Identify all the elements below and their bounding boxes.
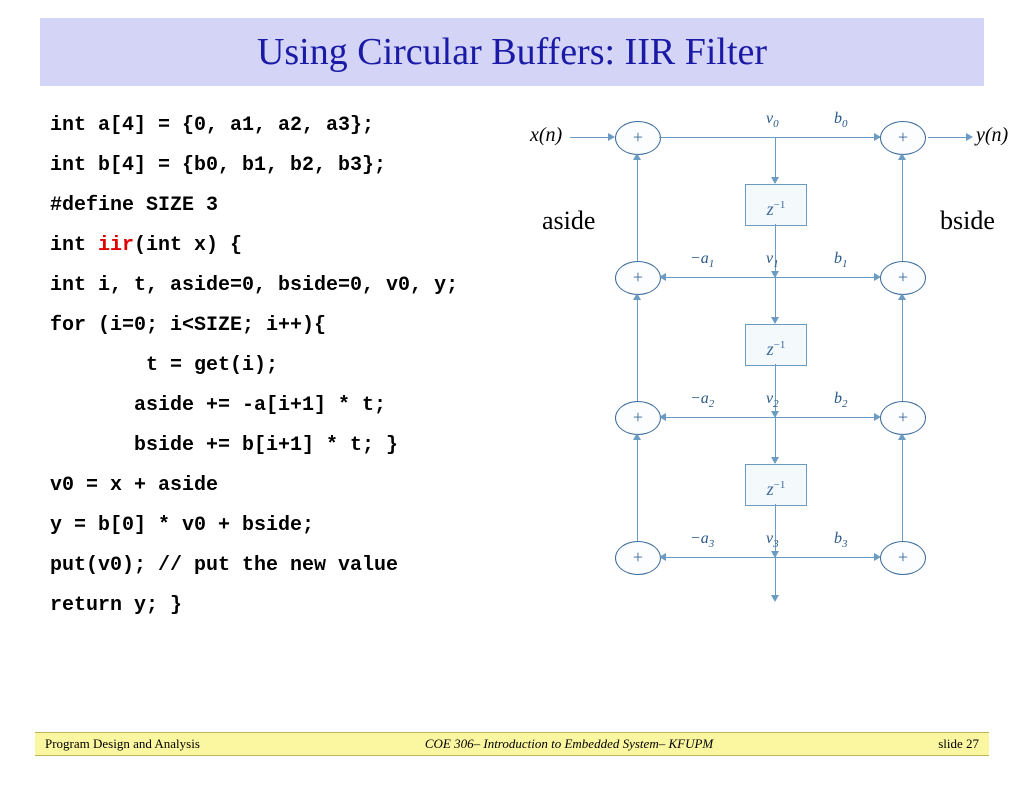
- arrow-head-icon: [771, 457, 779, 464]
- label-aside: aside: [542, 206, 595, 236]
- arrow: [902, 298, 903, 401]
- arrow-head-icon: [874, 273, 881, 281]
- arrow: [776, 277, 875, 278]
- label-b2: b2: [834, 390, 848, 410]
- arrow-head-icon: [966, 133, 973, 141]
- arrow: [664, 557, 775, 558]
- slide-content: int a[4] = {0, a1, a2, a3}; int b[4] = {…: [0, 86, 1024, 666]
- label-v1: v1: [766, 250, 779, 270]
- arrow: [637, 158, 638, 261]
- arrow: [902, 158, 903, 261]
- adder-node: +: [880, 401, 926, 435]
- label-a3: −a3: [690, 530, 714, 550]
- arrow-head-icon: [633, 293, 641, 300]
- adder-node: +: [615, 401, 661, 435]
- code-line: aside += -a[i+1] * t;: [50, 386, 530, 426]
- label-b1: b1: [834, 250, 848, 270]
- arrow-head-icon: [633, 153, 641, 160]
- code-highlight: iir: [98, 234, 134, 257]
- adder-node: +: [880, 261, 926, 295]
- code-line: y = b[0] * v0 + bside;: [50, 506, 530, 546]
- arrow: [664, 417, 775, 418]
- arrow: [664, 277, 775, 278]
- arrow-head-icon: [898, 293, 906, 300]
- label-a2: −a2: [690, 390, 714, 410]
- code-line: put(v0); // put the new value: [50, 546, 530, 586]
- label-a1: −a1: [690, 250, 714, 270]
- arrow: [775, 557, 776, 597]
- iir-diagram: x(n) y(n) aside bside + + v0 b0 z−1 + +: [530, 106, 984, 666]
- arrow-head-icon: [771, 177, 779, 184]
- arrow-head-icon: [874, 133, 881, 141]
- label-v3: v3: [766, 530, 779, 550]
- arrow-head-icon: [771, 595, 779, 602]
- code-line: #define SIZE 3: [50, 186, 530, 226]
- arrow-head-icon: [659, 553, 666, 561]
- footer-left: Program Design and Analysis: [45, 736, 200, 752]
- code-line: v0 = x + aside: [50, 466, 530, 506]
- arrow: [902, 438, 903, 541]
- delay-block: z−1: [745, 324, 807, 366]
- arrow: [637, 298, 638, 401]
- adder-node: +: [615, 121, 661, 155]
- code-line: int iir(int x) {: [50, 226, 530, 266]
- slide-footer: Program Design and Analysis COE 306– Int…: [35, 732, 989, 756]
- arrow: [776, 417, 875, 418]
- label-xn: x(n): [530, 124, 562, 147]
- code-line: int a[4] = {0, a1, a2, a3};: [50, 106, 530, 146]
- arrow-head-icon: [659, 413, 666, 421]
- code-frag: (int x) {: [134, 234, 242, 257]
- arrow-head-icon: [633, 433, 641, 440]
- arrow: [776, 557, 875, 558]
- label-b3: b3: [834, 530, 848, 550]
- arrow: [775, 137, 776, 181]
- label-yn: y(n): [976, 124, 1008, 147]
- code-line: int i, t, aside=0, bside=0, v0, y;: [50, 266, 530, 306]
- arrow: [928, 137, 968, 138]
- code-line: t = get(i);: [50, 346, 530, 386]
- arrow: [775, 277, 776, 321]
- label-v0: v0: [766, 110, 779, 130]
- adder-node: +: [615, 541, 661, 575]
- label-v2: v2: [766, 390, 779, 410]
- arrow-head-icon: [659, 273, 666, 281]
- label-b0: b0: [834, 110, 848, 130]
- label-bside: bside: [940, 206, 995, 236]
- code-line: return y; }: [50, 586, 530, 626]
- adder-node: +: [880, 121, 926, 155]
- code-frag: int: [50, 234, 98, 257]
- footer-right: slide 27: [938, 736, 979, 752]
- delay-block: z−1: [745, 464, 807, 506]
- adder-node: +: [880, 541, 926, 575]
- arrow: [637, 438, 638, 541]
- arrow: [570, 137, 610, 138]
- delay-block: z−1: [745, 184, 807, 226]
- footer-mid: COE 306– Introduction to Embedded System…: [425, 736, 713, 752]
- arrow-head-icon: [608, 133, 615, 141]
- arrow-head-icon: [874, 553, 881, 561]
- arrow-head-icon: [898, 433, 906, 440]
- code-line: bside += b[i+1] * t; }: [50, 426, 530, 466]
- arrow: [775, 417, 776, 461]
- adder-node: +: [615, 261, 661, 295]
- code-line: for (i=0; i<SIZE; i++){: [50, 306, 530, 346]
- arrow: [659, 137, 880, 138]
- arrow-head-icon: [898, 153, 906, 160]
- arrow-head-icon: [874, 413, 881, 421]
- code-listing: int a[4] = {0, a1, a2, a3}; int b[4] = {…: [50, 106, 530, 666]
- slide-title: Using Circular Buffers: IIR Filter: [40, 18, 984, 86]
- arrow-head-icon: [771, 317, 779, 324]
- code-line: int b[4] = {b0, b1, b2, b3};: [50, 146, 530, 186]
